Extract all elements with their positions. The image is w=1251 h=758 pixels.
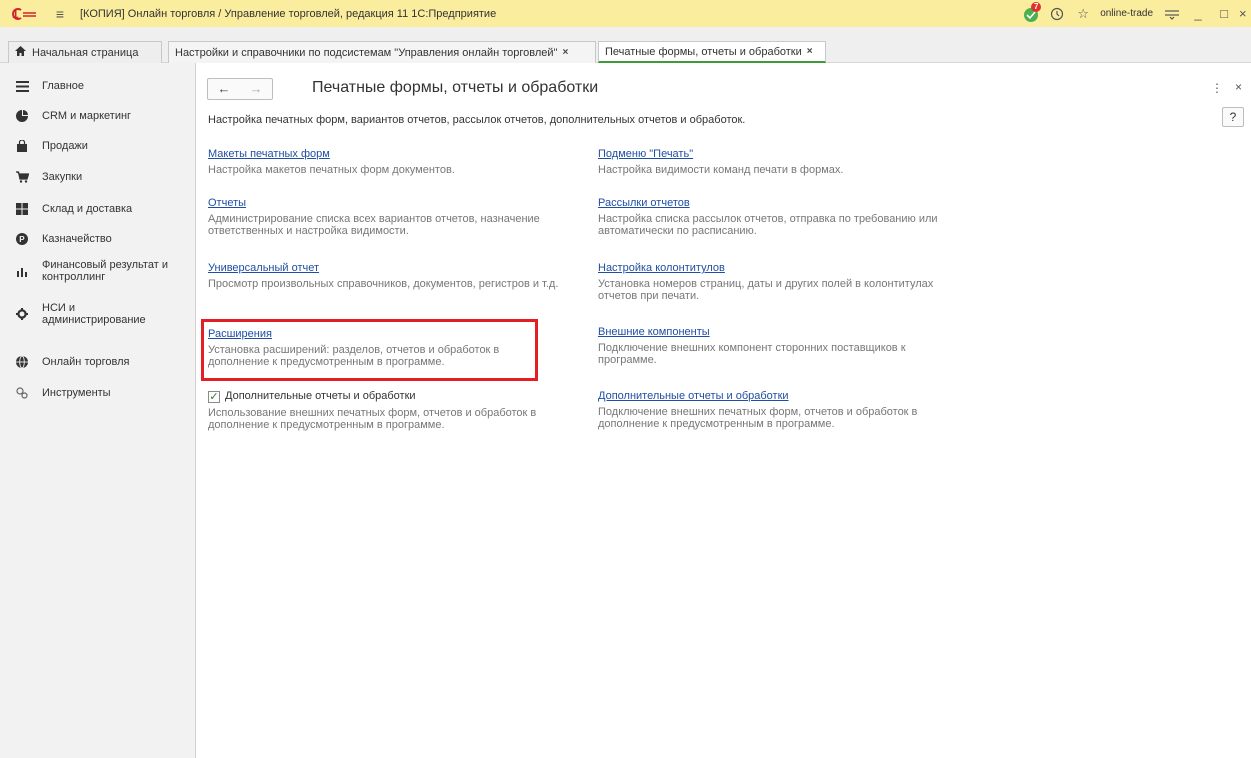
sidebar-item-label: Казначейство [42,233,112,245]
tab-print-forms[interactable]: Печатные формы, отчеты и обработки × [598,41,826,63]
main-form: ← → Печатные формы, отчеты и обработки ⋮… [197,63,1251,758]
1c-logo-icon[interactable]: 1 [12,7,38,21]
reports-link[interactable]: Отчеты [208,197,246,210]
print-form-layouts-section: Макеты печатных форм Настройка макетов п… [208,148,578,176]
more-options-icon[interactable]: ⋮ [1211,81,1223,95]
help-button[interactable]: ? [1222,107,1244,127]
sidebar-item-online-trade[interactable]: Онлайн торговля [0,356,196,368]
notifications-icon[interactable]: 7 [1020,1,1042,25]
main-menu-icon[interactable]: ≡ [52,7,68,21]
universal-report-desc: Просмотр произвольных справочников, доку… [208,278,559,290]
maximize-icon[interactable]: □ [1213,3,1235,25]
extensions-link[interactable]: Расширения [208,328,272,341]
close-tab-icon[interactable]: × [562,47,568,58]
sidebar-item-main[interactable]: Главное [0,80,196,92]
extensions-desc: Установка расширений: разделов, отчетов … [208,344,500,368]
sidebar-item-treasury[interactable]: P Казначейство [0,233,196,245]
back-arrow-icon[interactable]: ← [208,79,240,99]
reports-section: Отчеты Администрирование списка всех вар… [208,197,568,237]
print-form-layouts-link[interactable]: Макеты печатных форм [208,148,330,161]
notification-count-badge: 7 [1031,1,1042,12]
sidebar-item-warehouse[interactable]: Склад и доставка [0,203,196,215]
pie-chart-icon [14,110,30,122]
headers-footers-link[interactable]: Настройка колонтитулов [598,262,725,275]
username[interactable]: online-trade [1100,8,1153,19]
print-submenu-link[interactable]: Подменю "Печать" [598,148,693,161]
sidebar: Главное CRM и маркетинг Продажи Закупки … [0,63,196,758]
sidebar-item-label: Инструменты [42,387,111,399]
additional-reports-processing-desc: Подключение внешних печатных форм, отчет… [598,406,918,430]
sidebar-item-purchases[interactable]: Закупки [0,171,196,183]
additional-reports-option: ✓ Дополнительные отчеты и обработки Испо… [208,390,568,431]
history-icon[interactable] [1046,3,1068,25]
home-icon [15,46,26,59]
sidebar-item-label: Онлайн торговля [42,356,130,368]
gear-icon [14,308,30,320]
print-submenu-desc: Настройка видимости команд печати в форм… [598,164,844,176]
navigation-buttons: ← → [207,78,273,100]
sidebar-item-label: CRM и маркетинг [42,110,132,122]
report-mailings-section: Рассылки отчетов Настройка списка рассыл… [598,197,963,237]
tab-settings-subsystems[interactable]: Настройки и справочники по подсистемам "… [168,41,596,63]
cart-icon [14,171,30,183]
title-bar: 1 ≡ [КОПИЯ] Онлайн торговля / Управление… [0,0,1251,27]
additional-reports-processing-section: Дополнительные отчеты и обработки Подклю… [598,390,958,430]
print-form-layouts-desc: Настройка макетов печатных форм документ… [208,164,455,176]
close-form-icon[interactable]: × [1235,80,1242,94]
external-components-desc: Подключение внешних компонент сторонних … [598,342,906,366]
minimize-icon[interactable]: _ [1187,3,1209,25]
extensions-section: Расширения Установка расширений: раздело… [208,328,508,368]
page-description: Настройка печатных форм, вариантов отчет… [208,114,746,126]
window-title: [КОПИЯ] Онлайн торговля / Управление тор… [80,7,497,20]
reports-desc: Администрирование списка всех вариантов … [208,213,540,237]
additional-reports-processing-link[interactable]: Дополнительные отчеты и обработки [598,390,789,403]
tab-bar: Начальная страница Настройки и справочни… [0,27,1251,63]
shopping-bag-icon [14,140,30,152]
tools-icon [14,387,30,399]
close-tab-icon[interactable]: × [807,46,813,57]
page-title: Печатные формы, отчеты и обработки [312,79,599,96]
bar-chart-icon [14,266,30,277]
external-components-section: Внешние компоненты Подключение внешних к… [598,326,938,366]
sidebar-item-label: Финансовый результат и контроллинг [42,259,168,283]
favorites-star-icon[interactable]: ☆ [1072,3,1094,25]
warehouse-icon [14,203,30,215]
universal-report-section: Универсальный отчет Просмотр произвольны… [208,262,578,290]
additional-reports-checkbox[interactable]: ✓ [208,390,220,403]
menu-lines-icon [14,80,30,92]
sidebar-item-tools[interactable]: Инструменты [0,387,196,399]
external-components-link[interactable]: Внешние компоненты [598,326,710,339]
ruble-coin-icon: P [14,233,30,245]
svg-text:P: P [19,235,25,244]
additional-reports-checkbox-label: Дополнительные отчеты и обработки [225,390,416,402]
additional-reports-checkbox-desc: Использование внешних печатных форм, отч… [208,407,537,431]
tab-settings-subsystems-label: Настройки и справочники по подсистемам "… [175,46,558,59]
sidebar-item-label: Продажи [42,140,88,152]
sidebar-item-nsi-admin[interactable]: НСИ и администрирование [0,302,196,326]
report-mailings-desc: Настройка списка рассылок отчетов, отпра… [598,213,938,237]
tab-home-label: Начальная страница [32,46,139,59]
settings-menu-icon[interactable] [1161,3,1183,25]
sidebar-item-financial-result[interactable]: Финансовый результат и контроллинг [0,259,196,283]
globe-icon [14,356,30,368]
headers-footers-desc: Установка номеров страниц, даты и других… [598,278,934,302]
universal-report-link[interactable]: Универсальный отчет [208,262,319,275]
sidebar-item-label: Закупки [42,171,83,183]
close-window-icon[interactable]: × [1239,3,1249,25]
tab-print-forms-label: Печатные формы, отчеты и обработки [605,45,802,58]
headers-footers-section: Настройка колонтитулов Установка номеров… [598,262,963,302]
sidebar-item-label: Главное [42,80,85,92]
sidebar-item-sales[interactable]: Продажи [0,140,196,152]
forward-arrow-icon[interactable]: → [240,79,272,99]
report-mailings-link[interactable]: Рассылки отчетов [598,197,690,210]
additional-reports-checkbox-row[interactable]: ✓ Дополнительные отчеты и обработки [208,390,568,403]
sidebar-item-label: Склад и доставка [42,203,133,215]
sidebar-item-label: НСИ и администрирование [42,302,146,326]
tab-home[interactable]: Начальная страница [8,41,162,63]
print-submenu-section: Подменю "Печать" Настройка видимости ком… [598,148,968,176]
sidebar-item-crm[interactable]: CRM и маркетинг [0,110,196,122]
